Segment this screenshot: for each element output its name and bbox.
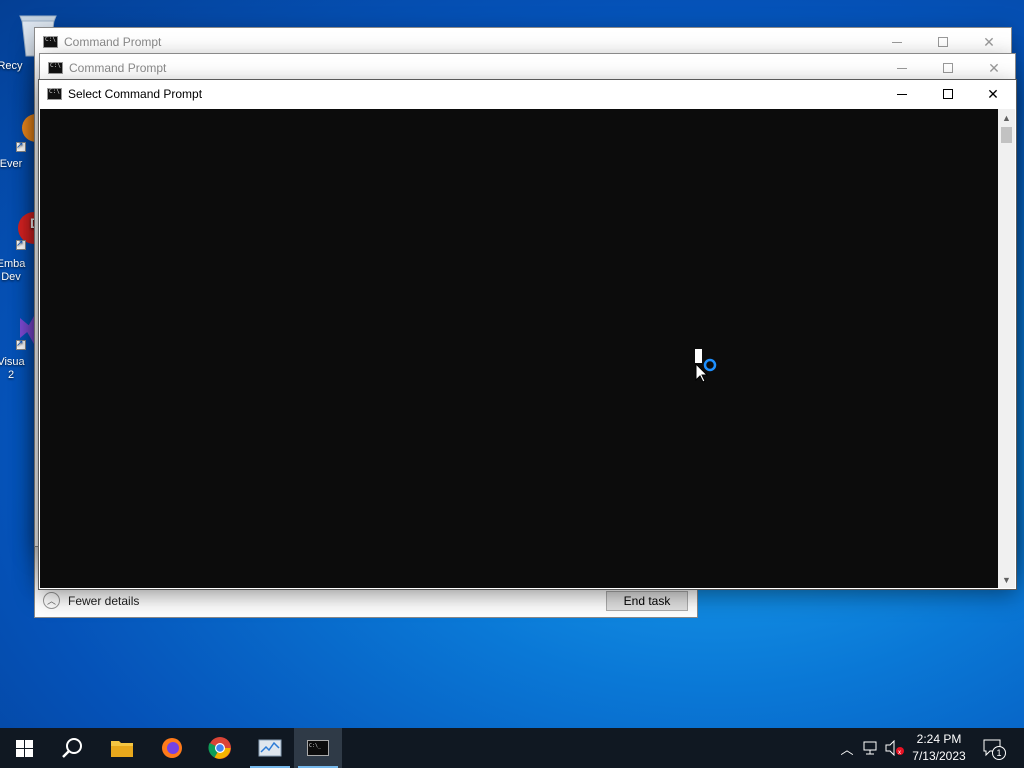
command-prompt-window-front[interactable]: Select Command Prompt ✕ ▲ ▼ <box>38 79 1017 590</box>
close-button[interactable]: ✕ <box>971 54 1017 82</box>
clock-date: 7/13/2023 <box>912 749 966 763</box>
task-manager-footer: ︿ Fewer details End task <box>35 587 697 617</box>
fewer-details-label: Fewer details <box>68 593 140 608</box>
command-prompt-icon <box>43 36 58 48</box>
minimize-button[interactable] <box>874 28 920 56</box>
svg-text:x: x <box>898 750 901 756</box>
command-prompt-icon <box>47 88 62 100</box>
minimize-icon <box>897 67 907 69</box>
scroll-up-arrow-icon[interactable]: ▲ <box>998 109 1015 126</box>
search-button[interactable] <box>48 728 96 768</box>
volume-muted-icon: x <box>885 740 904 756</box>
search-icon <box>62 738 82 758</box>
task-manager-icon <box>258 739 282 757</box>
minimize-icon <box>892 41 902 43</box>
window-title: Command Prompt <box>64 35 162 49</box>
maximize-button[interactable] <box>925 80 971 108</box>
start-button[interactable] <box>0 728 48 768</box>
command-prompt-icon: C:\_ <box>307 740 329 756</box>
command-prompt-icon <box>48 62 63 74</box>
close-icon: ✕ <box>987 85 999 102</box>
close-icon: ✕ <box>983 33 995 50</box>
firefox-icon <box>162 738 182 758</box>
maximize-icon <box>938 37 948 47</box>
command-prompt-taskbar-button[interactable]: C:\_ <box>294 728 342 768</box>
maximize-button[interactable] <box>925 54 971 82</box>
show-hidden-icons-button[interactable]: ︿ <box>838 728 856 768</box>
title-bar[interactable]: Select Command Prompt ✕ <box>39 80 1016 108</box>
shortcut-arrow-icon <box>16 237 26 250</box>
network-button[interactable] <box>861 728 881 768</box>
action-center-button[interactable]: 1 <box>980 728 1006 768</box>
vertical-scrollbar[interactable]: ▲ ▼ <box>998 109 1015 588</box>
close-button[interactable]: ✕ <box>970 80 1016 108</box>
scroll-down-arrow-icon[interactable]: ▼ <box>998 571 1015 588</box>
end-task-button[interactable]: End task <box>606 591 688 611</box>
console-output-area[interactable] <box>40 109 998 588</box>
clock-time: 2:24 PM <box>916 732 962 746</box>
taskbar: C:\_ ︿ x 2:24 PM 7/13/2023 1 <box>0 728 1024 768</box>
minimize-button[interactable] <box>879 54 925 82</box>
maximize-icon <box>943 89 953 99</box>
window-title: Command Prompt <box>69 61 167 75</box>
notification-count-badge: 1 <box>992 746 1006 760</box>
minimize-icon <box>897 93 907 95</box>
scrollbar-thumb[interactable] <box>1001 127 1012 143</box>
minimize-button[interactable] <box>879 80 925 108</box>
volume-button[interactable]: x <box>884 728 906 768</box>
task-manager-button[interactable] <box>246 728 294 768</box>
window-title: Select Command Prompt <box>68 87 203 101</box>
chevron-up-icon: ︿ <box>43 592 60 609</box>
busy-cursor-icon <box>695 349 717 383</box>
title-bar[interactable]: Command Prompt ✕ <box>35 28 1011 56</box>
firefox-button[interactable] <box>148 728 196 768</box>
svg-text:C:\_: C:\_ <box>309 743 322 749</box>
network-icon <box>863 741 877 755</box>
close-icon: ✕ <box>988 59 1000 76</box>
title-bar[interactable]: Command Prompt ✕ <box>40 54 1015 82</box>
chrome-icon <box>208 737 231 759</box>
start-icon <box>15 739 33 757</box>
fewer-details-button[interactable]: ︿ Fewer details <box>43 592 139 609</box>
file-explorer-icon <box>111 741 133 757</box>
file-explorer-button[interactable] <box>98 728 146 768</box>
shortcut-arrow-icon <box>16 139 26 152</box>
system-clock[interactable]: 2:24 PM 7/13/2023 <box>905 731 973 765</box>
shortcut-arrow-icon <box>16 337 26 350</box>
maximize-button[interactable] <box>920 28 966 56</box>
chevron-up-icon: ︿ <box>840 741 854 757</box>
maximize-icon <box>943 63 953 73</box>
chrome-button[interactable] <box>196 728 244 768</box>
close-button[interactable]: ✕ <box>966 28 1012 56</box>
